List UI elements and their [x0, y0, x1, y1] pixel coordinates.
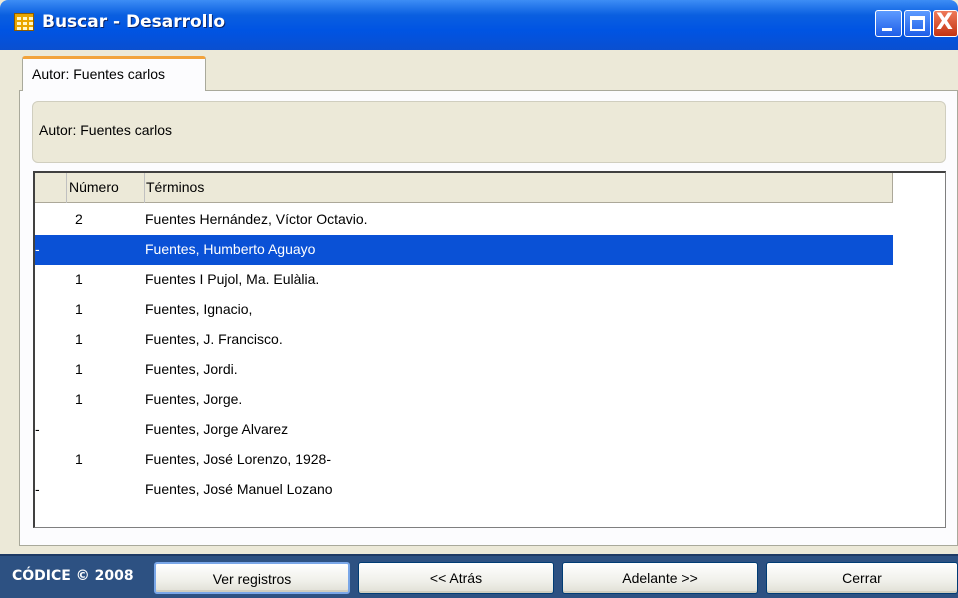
title-bar[interactable]: Buscar - Desarrollo X [0, 0, 958, 50]
table-row[interactable]: 1 Fuentes I Pujol, Ma. Eulàlia. [35, 265, 893, 295]
tab-autor[interactable]: Autor: Fuentes carlos [22, 56, 206, 91]
row-term: Fuentes Hernández, Víctor Octavio. [145, 211, 368, 227]
row-term: Fuentes, Jorge. [145, 391, 243, 407]
close-button[interactable]: Cerrar [766, 562, 958, 594]
row-number: 1 [75, 331, 83, 347]
table-row[interactable]: 1 Fuentes, Jorge. [35, 385, 893, 415]
row-marker: - [35, 481, 40, 497]
row-number: 1 [75, 391, 83, 407]
table-row[interactable]: - Fuentes, Jorge Alvarez [35, 415, 893, 445]
row-term: Fuentes, J. Francisco. [145, 331, 283, 347]
back-button[interactable]: << Atrás [358, 562, 554, 594]
row-term: Fuentes, Jorge Alvarez [145, 421, 289, 437]
row-marker: - [35, 241, 40, 257]
app-grid-icon [14, 13, 34, 31]
row-number: 1 [75, 271, 83, 287]
results-table[interactable]: Número Términos 2 Fuentes Hernández, Víct… [33, 171, 946, 528]
row-number: 2 [75, 211, 83, 227]
table-row[interactable]: 1 Fuentes, Jordi. [35, 355, 893, 385]
forward-button[interactable]: Adelante >> [562, 562, 758, 594]
minimize-button[interactable] [875, 10, 902, 37]
window-title: Buscar - Desarrollo [42, 12, 226, 32]
search-criteria-box: Autor: Fuentes carlos [32, 101, 946, 163]
table-body: 2 Fuentes Hernández, Víctor Octavio. - Fuen… [35, 205, 893, 505]
row-term: Fuentes, José Lorenzo, 1928- [145, 451, 332, 467]
table-row[interactable]: - Fuentes, Humberto Aguayo [35, 235, 893, 265]
column-header-number[interactable]: Número [67, 173, 145, 203]
column-header-terms[interactable]: Términos [145, 173, 893, 203]
tab-label: Autor: Fuentes carlos [32, 66, 166, 82]
table-row[interactable]: 1 Fuentes, J. Francisco. [35, 325, 893, 355]
row-term: Fuentes, Humberto Aguayo [145, 241, 316, 257]
row-number: 1 [75, 301, 83, 317]
row-term: Fuentes I Pujol, Ma. Eulàlia. [145, 271, 320, 287]
row-term: Fuentes, José Manuel Lozano [145, 481, 333, 497]
maximize-button[interactable] [904, 10, 931, 37]
footer-bar: CÓDICE © 2008 Ver registros << Atrás Ade… [0, 554, 958, 598]
table-row[interactable]: - Fuentes, José Manuel Lozano [35, 475, 893, 505]
column-header-selector[interactable] [35, 173, 67, 203]
brand-label: CÓDICE © 2008 [12, 568, 134, 584]
minimize-icon [882, 28, 892, 31]
table-row[interactable]: 1 Fuentes, José Lorenzo, 1928- [35, 445, 893, 475]
row-term: Fuentes, Ignacio, [145, 301, 253, 317]
table-row[interactable]: 2 Fuentes Hernández, Víctor Octavio. [35, 205, 893, 235]
maximize-icon [910, 16, 925, 31]
row-marker: - [35, 421, 40, 437]
table-row[interactable]: 1 Fuentes, Ignacio, [35, 295, 893, 325]
view-records-button[interactable]: Ver registros [154, 562, 350, 594]
row-number: 1 [75, 361, 83, 377]
table-header: Número Términos [35, 173, 893, 203]
row-number: 1 [75, 451, 83, 467]
close-icon: X [936, 10, 953, 35]
close-window-button[interactable]: X [933, 10, 958, 37]
search-criteria-label: Autor: Fuentes carlos [39, 122, 173, 138]
row-term: Fuentes, Jordi. [145, 361, 238, 377]
